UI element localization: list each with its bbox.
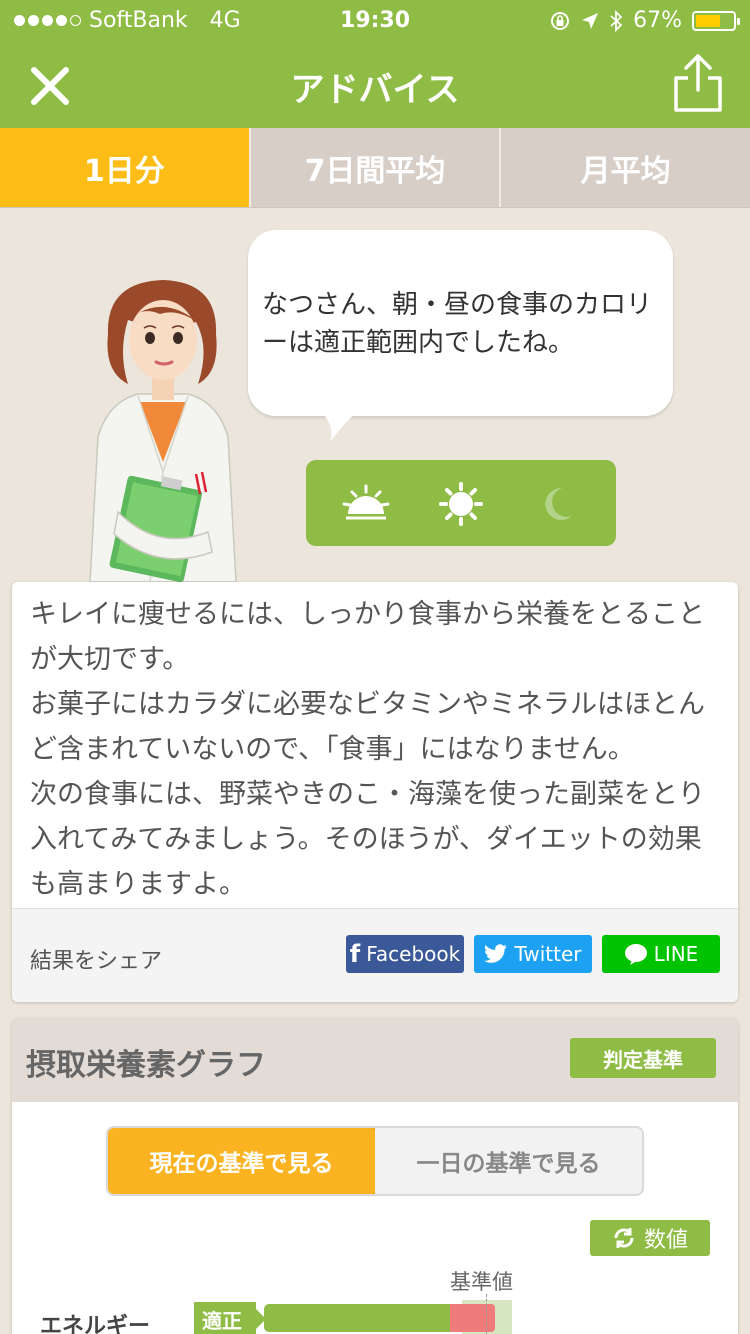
- facebook-share-button[interactable]: f Facebook: [346, 935, 464, 973]
- segment-current-basis[interactable]: 現在の基準で見る: [108, 1128, 377, 1194]
- nutrient-label-energy: エネルギー: [40, 1314, 151, 1334]
- twitter-bird-icon: [484, 944, 508, 963]
- standard-value-line: [486, 1294, 487, 1334]
- basis-segmented-control: 現在の基準で見る 一日の基準で見る: [106, 1126, 644, 1196]
- meal-selector: [306, 460, 616, 546]
- advice-text: キレイに痩せるには、しっかり食事から栄養をとることが大切です。 お菓子にはカラダ…: [30, 599, 705, 900]
- battery-icon: [692, 10, 740, 31]
- energy-bar: [264, 1294, 512, 1334]
- share-icon[interactable]: [670, 52, 726, 116]
- speech-bubble-tail: [318, 408, 362, 442]
- share-label: 結果をシェア: [30, 949, 163, 974]
- twitter-share-button[interactable]: Twitter: [474, 935, 592, 973]
- tab-monthly-average[interactable]: 月平均: [499, 128, 750, 207]
- graph-header: 摂取栄養素グラフ 判定基準: [12, 1018, 738, 1102]
- page-title: アドバイス: [290, 70, 460, 110]
- toggle-values-button[interactable]: 数値: [590, 1220, 710, 1256]
- line-bubble-icon: [624, 944, 647, 965]
- rotation-lock-icon: [551, 11, 570, 30]
- line-share-button[interactable]: LINE: [602, 935, 720, 973]
- sunrise-icon[interactable]: [342, 480, 390, 528]
- nav-bar: アドバイス: [0, 40, 750, 128]
- facebook-icon: f: [349, 940, 361, 968]
- standard-value-label: 基準値: [450, 1270, 513, 1294]
- advisor-character-illustration: [89, 280, 237, 582]
- twitter-label: Twitter: [514, 942, 582, 966]
- line-label: LINE: [653, 942, 699, 966]
- advice-speech-bubble: なつさん、朝・昼の食事のカロリーは適正範囲内でしたね。: [248, 230, 673, 416]
- refresh-icon: [614, 1228, 634, 1248]
- intake-bar: [264, 1304, 450, 1332]
- nutrient-graph-card: 摂取栄養素グラフ 判定基準 現在の基準で見る 一日の基準で見る 数値 基準値 エ…: [12, 1018, 738, 1334]
- sun-icon[interactable]: [437, 480, 485, 528]
- toggle-values-label: 数値: [643, 1228, 688, 1253]
- segment-daily-basis[interactable]: 一日の基準で見る: [375, 1128, 642, 1194]
- tab-1day[interactable]: 1日分: [0, 128, 249, 207]
- location-icon: [582, 12, 599, 29]
- graph-title: 摂取栄養素グラフ: [26, 1048, 266, 1083]
- status-badge: 適正: [194, 1302, 266, 1334]
- criteria-button[interactable]: 判定基準: [570, 1038, 716, 1078]
- share-row: 結果をシェア f Facebook Twitter LINE: [12, 908, 738, 1002]
- moon-icon[interactable]: [532, 480, 580, 528]
- bluetooth-icon: [610, 9, 623, 32]
- over-intake-bar: [450, 1304, 495, 1332]
- advice-card: キレイに痩せるには、しっかり食事から栄養をとることが大切です。 お菓子にはカラダ…: [12, 582, 738, 1002]
- facebook-label: Facebook: [366, 942, 461, 966]
- battery-percent: 67%: [633, 8, 682, 33]
- status-bar: SoftBank 4G 19:30 67%: [0, 0, 750, 40]
- status-right: 67%: [549, 8, 740, 33]
- period-tabs: 1日分 7日間平均 月平均: [0, 128, 750, 208]
- tab-7day-average[interactable]: 7日間平均: [248, 128, 500, 207]
